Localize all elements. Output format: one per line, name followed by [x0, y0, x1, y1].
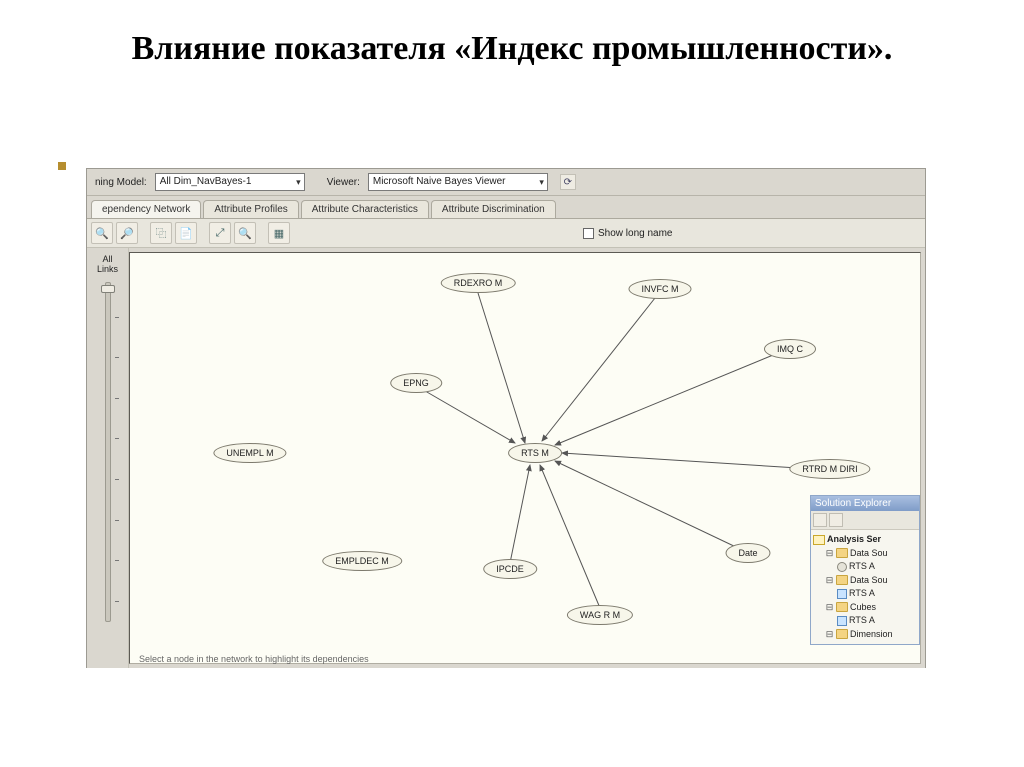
cube-icon	[837, 616, 847, 626]
accent-square	[58, 162, 66, 170]
show-long-name-check[interactable]: Show long name	[583, 228, 673, 239]
folder-icon	[836, 575, 848, 585]
tab-attribute-characteristics[interactable]: Attribute Characteristics	[301, 200, 429, 218]
layout-icon[interactable]: ▦	[268, 222, 290, 244]
node-rdexro[interactable]: RDEXRO M	[441, 273, 516, 293]
mining-viewer-window: ning Model: All Dim_NavBayes-1 Viewer: M…	[86, 168, 926, 668]
model-toolbar: ning Model: All Dim_NavBayes-1 Viewer: M…	[87, 169, 925, 196]
tree-cube-item[interactable]: RTS A	[849, 614, 875, 628]
se-tool-icon[interactable]	[829, 513, 843, 527]
tree-dsv-item[interactable]: RTS A	[849, 587, 875, 601]
mining-model-label: ning Model:	[91, 177, 151, 188]
dsv-icon	[837, 589, 847, 599]
folder-icon	[836, 602, 848, 612]
solution-explorer: Solution Explorer Analysis Ser ⊟Data Sou…	[810, 495, 920, 645]
node-empldec[interactable]: EMPLDEC M	[322, 551, 402, 571]
datasource-icon	[837, 562, 847, 572]
node-date[interactable]: Date	[725, 543, 770, 563]
solution-explorer-toolbar	[811, 511, 919, 530]
tree-dimensions[interactable]: Dimension	[850, 628, 893, 642]
node-wagr[interactable]: WAG R M	[567, 605, 633, 625]
tree-cubes[interactable]: Cubes	[850, 601, 876, 615]
fit-icon[interactable]: ⤢	[209, 222, 231, 244]
slide-title: Влияние показателя «Индекс промышленност…	[0, 0, 1024, 83]
checkbox-icon[interactable]	[583, 228, 594, 239]
node-epng[interactable]: EPNG	[390, 373, 442, 393]
links-slider[interactable]	[105, 282, 111, 622]
solution-tree[interactable]: Analysis Ser ⊟Data Sou RTS A ⊟Data Sou R…	[811, 530, 919, 644]
tree-dsv[interactable]: Data Sou	[850, 574, 888, 588]
node-imqc[interactable]: IMQ C	[764, 339, 816, 359]
slider-thumb[interactable]	[101, 285, 115, 293]
tree-datasources[interactable]: Data Sou	[850, 547, 888, 561]
tree-ds-item[interactable]: RTS A	[849, 560, 875, 574]
se-tool-icon[interactable]	[813, 513, 827, 527]
node-ipcde[interactable]: IPCDE	[483, 559, 537, 579]
find-icon[interactable]: 🔍	[234, 222, 256, 244]
viewer-label: Viewer:	[323, 177, 364, 188]
node-unempl[interactable]: UNEMPL M	[213, 443, 286, 463]
node-rts[interactable]: RTS M	[508, 443, 562, 463]
solution-explorer-title: Solution Explorer	[811, 496, 919, 511]
slider-label: All Links	[91, 254, 124, 274]
node-rtrd[interactable]: RTRD M DIRI	[789, 459, 870, 479]
paste-icon[interactable]: 📄	[175, 222, 197, 244]
project-icon	[813, 535, 825, 545]
folder-icon	[836, 629, 848, 639]
main-area: All Links	[87, 248, 925, 668]
copy-icon[interactable]: ⿻	[150, 222, 172, 244]
tab-attribute-profiles[interactable]: Attribute Profiles	[203, 200, 298, 218]
zoom-in-icon[interactable]: 🔍	[91, 222, 113, 244]
viewer-dropdown[interactable]: Microsoft Naive Bayes Viewer	[368, 173, 548, 191]
zoom-out-icon[interactable]: 🔎	[116, 222, 138, 244]
graph-toolbar: 🔍 🔎 ⿻ 📄 ⤢ 🔍 ▦ Show long name	[87, 219, 925, 248]
tabs-bar: ependency Network Attribute Profiles Att…	[87, 196, 925, 219]
mining-model-dropdown[interactable]: All Dim_NavBayes-1	[155, 173, 305, 191]
node-invfc[interactable]: INVFC M	[629, 279, 692, 299]
tree-project[interactable]: Analysis Ser	[827, 533, 881, 547]
tab-attribute-discrimination[interactable]: Attribute Discrimination	[431, 200, 556, 218]
dependency-canvas[interactable]: RDEXRO M INVFC M IMQ C EPNG UNEMPL M RTS…	[129, 252, 921, 664]
status-hint: Select a node in the network to highligh…	[139, 654, 369, 664]
folder-icon	[836, 548, 848, 558]
show-long-name-label: Show long name	[598, 228, 673, 239]
refresh-icon[interactable]: ⟳	[560, 174, 576, 190]
tab-dependency-network[interactable]: ependency Network	[91, 200, 201, 218]
links-slider-panel: All Links	[87, 248, 129, 668]
